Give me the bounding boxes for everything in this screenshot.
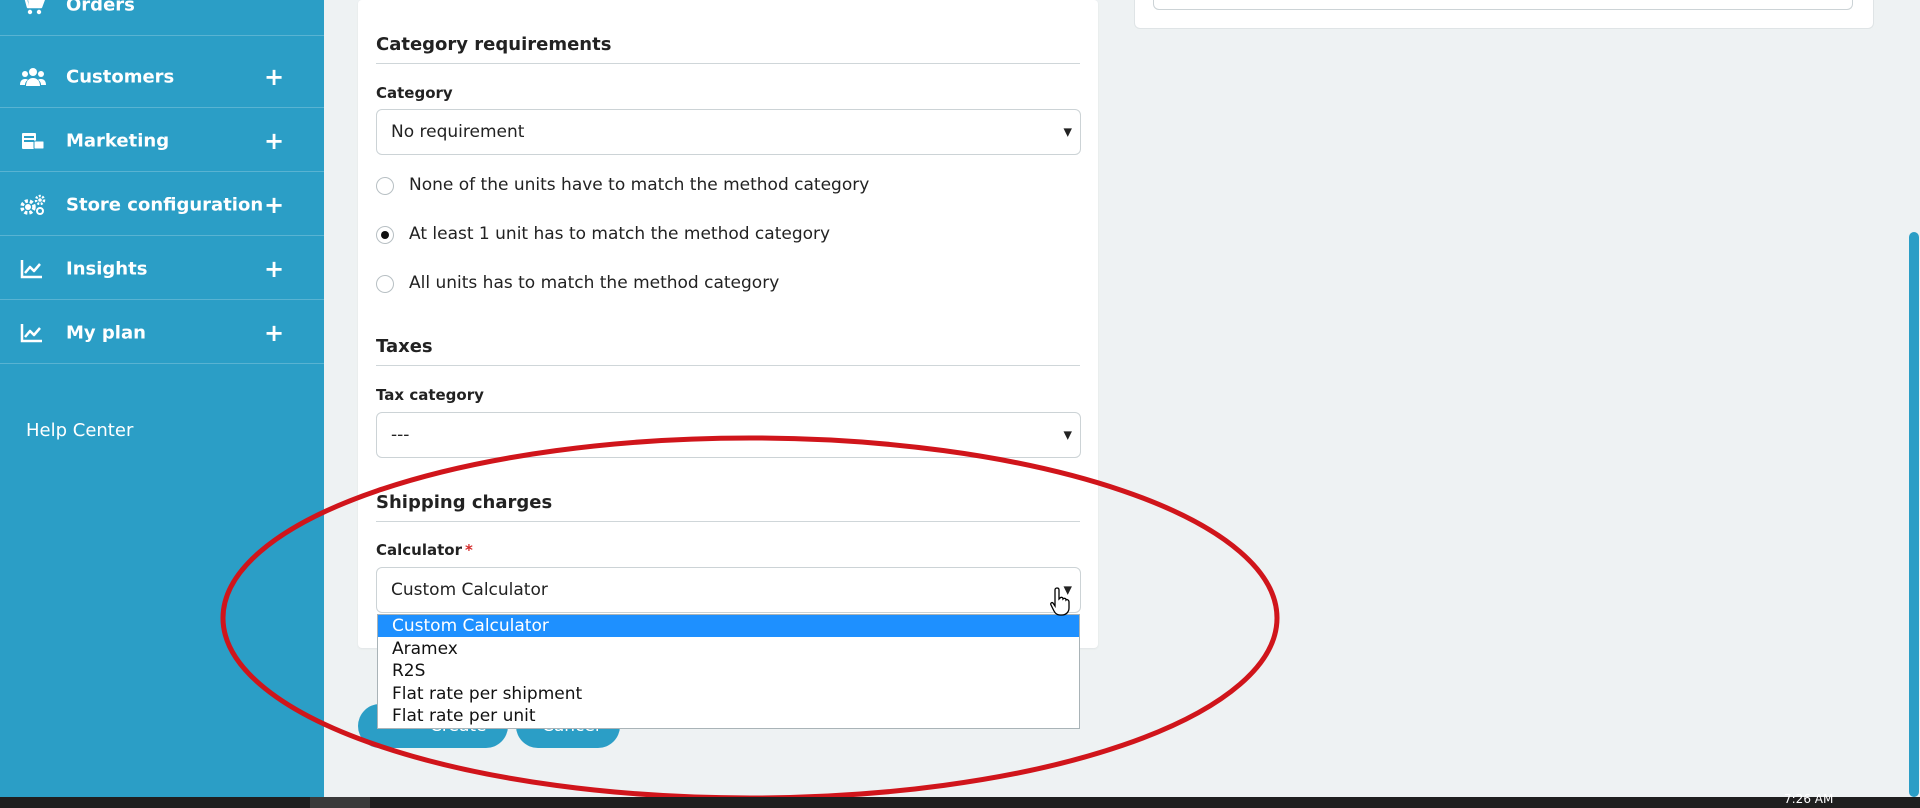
taskbar-clock: 7:26 AM: [1784, 792, 1834, 806]
dropdown-option-label: Aramex: [392, 639, 458, 659]
dropdown-option-aramex[interactable]: Aramex: [378, 638, 1079, 660]
dropdown-option-label: Custom Calculator: [392, 616, 549, 636]
sidebar-item-store-configuration[interactable]: Store configuration +: [0, 174, 324, 236]
section-title-category-requirements: Category requirements: [376, 34, 1080, 64]
section-title-shipping-charges: Shipping charges: [376, 492, 1080, 522]
scrollbar-thumb[interactable]: [1909, 232, 1919, 797]
sidebar-item-customers[interactable]: Customers +: [0, 46, 324, 108]
dropdown-option-label: Flat rate per unit: [392, 706, 536, 726]
tax-category-select[interactable]: --- ▼: [376, 412, 1081, 458]
hand-cursor-icon: [1050, 587, 1070, 616]
radio-button[interactable]: [376, 226, 394, 244]
tax-category-label: Tax category: [376, 386, 484, 404]
plus-icon[interactable]: +: [264, 257, 284, 281]
category-select[interactable]: No requirement ▼: [376, 109, 1081, 155]
radio-button[interactable]: [376, 275, 394, 293]
notes-textarea[interactable]: [1153, 0, 1853, 10]
sidebar-item-insights[interactable]: Insights +: [0, 238, 324, 300]
plus-icon[interactable]: +: [264, 129, 284, 153]
calculator-label-text: Calculator: [376, 541, 462, 559]
radio-label: At least 1 unit has to match the method …: [409, 224, 831, 244]
calculator-label: Calculator *: [376, 541, 473, 559]
dropdown-option-label: R2S: [392, 661, 426, 681]
calculator-dropdown-list[interactable]: Custom Calculator Aramex R2S Flat rate p…: [377, 614, 1080, 729]
category-label: Category: [376, 84, 453, 102]
sidebar-item-label: Insights: [66, 258, 148, 279]
radio-label: All units has to match the method catego…: [409, 273, 780, 293]
sidebar-item-label: Store configuration: [66, 194, 264, 215]
sidebar-item-marketing[interactable]: Marketing +: [0, 110, 324, 172]
dropdown-option-custom-calculator[interactable]: Custom Calculator: [378, 615, 1079, 637]
users-icon: [20, 67, 46, 86]
chart-icon: [20, 259, 42, 278]
cart-icon: [24, 0, 45, 14]
notes-card: [1134, 0, 1874, 29]
required-mark: *: [464, 541, 473, 559]
dropdown-option-r2s[interactable]: R2S: [378, 660, 1079, 682]
caret-down-icon: ▼: [1063, 428, 1072, 442]
chart-icon: [20, 323, 42, 342]
dropdown-option-flat-rate-per-unit[interactable]: Flat rate per unit: [378, 705, 1079, 727]
taskbar: 7:26 AM: [0, 792, 1920, 808]
gears-icon: [20, 194, 46, 215]
sidebar-item-orders[interactable]: Orders: [0, 0, 324, 36]
plus-icon[interactable]: +: [264, 193, 284, 217]
caret-down-icon: ▼: [1063, 125, 1072, 139]
dropdown-option-flat-rate-per-shipment[interactable]: Flat rate per shipment: [378, 683, 1079, 705]
marketing-icon: [22, 132, 45, 149]
plus-icon[interactable]: +: [264, 321, 284, 345]
sidebar: Orders Customers + Marketing + Store con…: [0, 0, 324, 797]
sidebar-item-label: Marketing: [66, 130, 170, 151]
taskbar-active-app[interactable]: [310, 797, 370, 808]
calculator-select-value: Custom Calculator: [391, 580, 548, 600]
tax-category-select-value: ---: [391, 425, 410, 445]
section-title-taxes: Taxes: [376, 336, 1080, 366]
sidebar-item-label: Customers: [66, 66, 175, 87]
sidebar-item-label: My plan: [66, 322, 146, 343]
sidebar-item-my-plan[interactable]: My plan +: [0, 302, 324, 364]
radio-button[interactable]: [376, 177, 394, 195]
plus-icon[interactable]: +: [264, 65, 284, 89]
calculator-select[interactable]: Custom Calculator ▼: [376, 567, 1081, 613]
category-select-value: No requirement: [391, 122, 525, 142]
help-center-link[interactable]: Help Center: [26, 420, 133, 441]
sidebar-item-label: Orders: [66, 0, 135, 15]
radio-label: None of the units have to match the meth…: [409, 175, 870, 195]
dropdown-option-label: Flat rate per shipment: [392, 684, 583, 704]
